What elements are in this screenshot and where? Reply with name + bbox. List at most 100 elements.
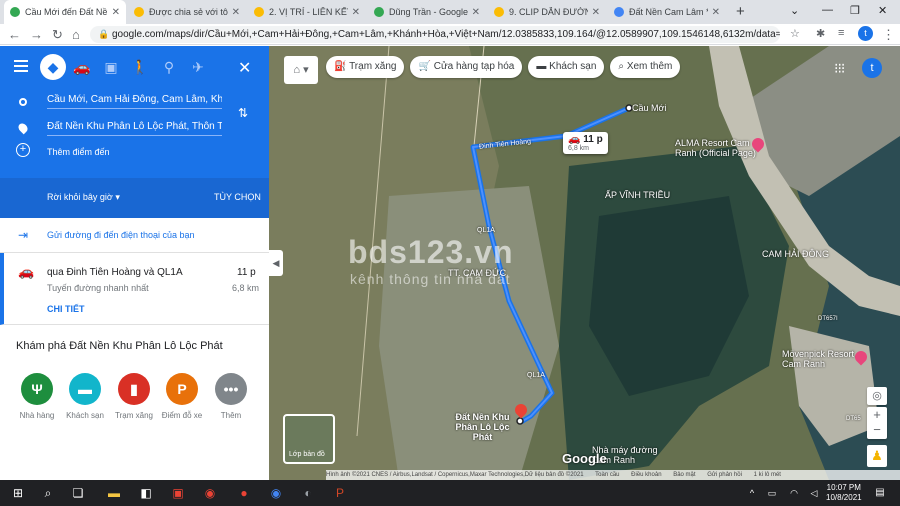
map-layer-selector[interactable]: ⌂ ▾ <box>284 56 318 84</box>
forward-icon[interactable]: → <box>30 27 43 42</box>
home-icon[interactable]: ⌂ <box>72 27 80 42</box>
label-cam-hai-dong: CAM HẢI ĐÔNG <box>762 249 830 259</box>
address-bar: ← → ↻ ⌂ 🔒 google.com/maps/dir/Cầu+Mới,+C… <box>0 24 900 45</box>
label-ql1a-2: QL1A <box>527 372 545 379</box>
zoom-out-icon[interactable]: − <box>867 422 887 437</box>
category-parking[interactable]: P Điểm đỗ xe <box>157 373 207 420</box>
close-tab-icon[interactable]: ✕ <box>112 7 120 18</box>
apps-grid-icon[interactable]: ⁝⁝⁝ <box>834 60 845 77</box>
close-tab-icon[interactable]: ✕ <box>592 7 600 18</box>
swap-icon[interactable]: ⇅ <box>238 106 248 120</box>
best-route-icon[interactable]: ◆ <box>40 54 66 80</box>
app-icon[interactable]: ▣ <box>170 485 186 501</box>
google-logo: Google <box>562 451 607 466</box>
tab-drive-shared[interactable]: Được chia sẻ với tôi - ✕ <box>128 0 246 24</box>
category-gas-stations[interactable]: ▮ Trạm xăng <box>109 373 159 420</box>
lock-icon: 🔒 <box>98 29 110 39</box>
more-icon: ••• <box>215 373 247 405</box>
drive-favicon-icon <box>134 7 144 17</box>
category-hotels[interactable]: ▬ Khách sạn <box>60 373 110 420</box>
back-icon[interactable]: ← <box>8 27 21 42</box>
leave-now-dropdown[interactable]: Rời khỏi bây giờ ▾ <box>47 192 120 203</box>
tab-vi-tri[interactable]: 2. VỊ TRÍ - LIÊN KẾT VÙ✕ <box>248 0 366 24</box>
send-to-phone-icon: ⇥ <box>18 228 29 242</box>
tab-dat-nen-cam-lam[interactable]: Đất Nền Cam Lâm * ✕ <box>608 0 726 24</box>
extensions-icon[interactable]: ✱ <box>816 27 825 40</box>
volume-icon[interactable]: ◁ <box>806 485 822 501</box>
bicycle-mode-icon[interactable]: ⚲ <box>156 54 182 80</box>
chrome-active-icon[interactable]: ◉ <box>268 485 284 501</box>
tab-maps-directions[interactable]: Cầu Mới đến Đất Nền ✕ <box>4 0 126 24</box>
minimize-icon[interactable]: — <box>822 4 833 16</box>
new-tab-icon[interactable]: + <box>736 3 745 20</box>
close-window-icon[interactable]: ✕ <box>878 4 887 17</box>
tab-clip-dan-duong[interactable]: 9. CLIP DẪN ĐƯỜNG✕ <box>488 0 606 24</box>
tray-chevron-icon[interactable]: ^ <box>744 485 760 501</box>
url-field[interactable]: 🔒 google.com/maps/dir/Cầu+Mới,+Cam+Hải+Đ… <box>90 26 780 43</box>
close-tab-icon[interactable]: ✕ <box>352 7 360 18</box>
app-badge-icon[interactable]: ● <box>236 485 252 501</box>
wifi-icon[interactable]: ◠ <box>786 485 802 501</box>
my-location-icon[interactable]: ◎ <box>867 387 887 405</box>
close-directions-icon[interactable]: ✕ <box>238 58 251 78</box>
app-gray-icon[interactable]: ◐ <box>300 485 316 501</box>
flight-mode-icon[interactable]: ✈ <box>185 54 211 80</box>
media-icon[interactable]: ≡ <box>838 27 844 39</box>
layers-toggle[interactable]: Lớp bản đồ <box>283 414 335 464</box>
link-favicon-icon <box>614 7 624 17</box>
maximize-icon[interactable]: ❐ <box>850 4 860 17</box>
search-icon[interactable]: ⌕ <box>40 485 56 501</box>
car-mode-icon[interactable]: 🚗 <box>69 54 95 80</box>
close-tab-icon[interactable]: ✕ <box>232 7 240 18</box>
chip-hotels[interactable]: ▬ Khách sạn <box>528 56 605 78</box>
close-tab-icon[interactable]: ✕ <box>712 7 720 18</box>
collapse-panel-button[interactable]: ◀ <box>269 250 283 276</box>
file-explorer-icon[interactable]: ▬ <box>106 485 122 501</box>
chip-see-more[interactable]: ⌕ Xem thêm <box>610 56 681 78</box>
label-alma-resort: ALMA Resort Cam Ranh (Official Page) <box>675 138 756 158</box>
category-more[interactable]: ••• Thêm <box>206 373 256 420</box>
route-option[interactable]: 🚗 qua Đinh Tiên Hoàng và QL1A 11 p Tuyến… <box>0 253 269 325</box>
walk-mode-icon[interactable]: 🚶 <box>127 54 153 80</box>
tab-search-icon[interactable]: ⌄ <box>790 4 799 17</box>
notifications-icon[interactable]: ▤ <box>872 485 888 501</box>
chip-gas-stations[interactable]: ⛽ Trạm xăng <box>326 56 405 78</box>
add-stop-icon[interactable]: + <box>16 143 30 157</box>
bookmark-star-icon[interactable]: ☆ <box>790 27 800 40</box>
chip-grocery[interactable]: 🛒 Cửa hàng tạp hóa <box>410 56 523 78</box>
system-clock[interactable]: 10:07 PM 10/8/2021 <box>826 483 862 503</box>
restaurant-icon: Ψ <box>21 373 53 405</box>
task-view-icon[interactable]: ❏ <box>70 485 86 501</box>
destination-input[interactable]: Đất Nền Khu Phân Lô Lộc Phát, Thôn Tâ <box>47 121 222 136</box>
powerpoint-icon[interactable]: P <box>332 485 348 501</box>
options-button[interactable]: TÙY CHỌN <box>214 192 261 202</box>
transit-mode-icon[interactable]: ▣ <box>98 54 124 80</box>
label-dt65: DT65 <box>846 416 861 422</box>
route-info-box[interactable]: 🚗 11 p 6,8 km <box>563 132 608 154</box>
details-button[interactable]: CHI TIẾT <box>47 304 85 314</box>
chrome-icon[interactable]: ◉ <box>202 485 218 501</box>
zoom-in-icon[interactable]: + <box>867 407 887 422</box>
origin-input[interactable]: Cầu Mới, Cam Hải Đông, Cam Lâm, Khá <box>47 94 222 109</box>
windows-start-icon[interactable]: ⊞ <box>10 485 26 501</box>
drive-favicon-icon <box>494 7 504 17</box>
menu-icon[interactable] <box>14 60 28 72</box>
maps-favicon-icon <box>374 7 384 17</box>
browser-menu-icon[interactable]: ⋮ <box>882 27 895 43</box>
explore-title: Khám phá Đất Nền Khu Phân Lô Lộc Phát <box>16 340 223 352</box>
street-view-pegman-icon[interactable]: ♟ <box>867 445 887 467</box>
send-to-phone[interactable]: ⇥ Gửi đường đi đến điện thoại của bạn <box>0 218 269 253</box>
category-restaurants[interactable]: Ψ Nhà hàng <box>12 373 62 420</box>
store-icon[interactable]: ◧ <box>138 485 154 501</box>
hotel-icon: ▬ <box>69 373 101 405</box>
tab-dung-tran[interactable]: Dũng Trần - Google M✕ <box>368 0 486 24</box>
label-ql1a: QL1A <box>477 227 495 234</box>
map-chip-bar: ⌂ ▾ ⛽ Trạm xăng 🛒 Cửa hàng tạp hóa ▬ Khá… <box>284 56 686 84</box>
close-tab-icon[interactable]: ✕ <box>472 7 480 18</box>
reload-icon[interactable]: ↻ <box>52 27 63 43</box>
add-stop-button[interactable]: Thêm điểm đến <box>47 147 110 157</box>
network-icon[interactable]: ▭ <box>764 485 780 501</box>
account-avatar[interactable]: t <box>862 58 882 78</box>
profile-avatar[interactable]: t <box>858 26 873 41</box>
directions-panel: ◆ 🚗 ▣ 🚶 ⚲ ✈ ✕ Cầu Mới, Cam Hải Đông, Cam… <box>0 46 269 480</box>
